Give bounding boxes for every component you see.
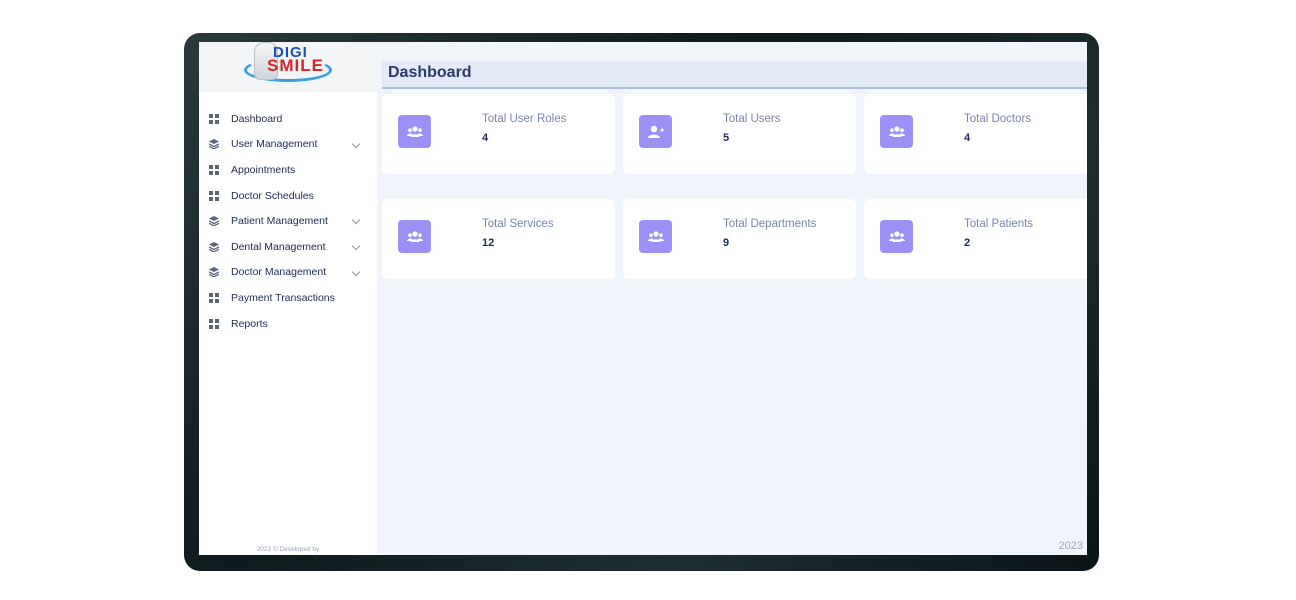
sidebar-item-doctor-management[interactable]: Doctor Management — [199, 260, 377, 286]
users-group-icon[interactable] — [880, 220, 913, 253]
app-screen: DIGI SMILE Dashboard User Management App… — [199, 42, 1087, 555]
card-label: Total Users — [723, 113, 781, 125]
chevron-down-icon[interactable] — [351, 241, 361, 251]
sidebar-item-label: Doctor Schedules — [231, 189, 314, 202]
stat-card-total-user-roles[interactable]: Total User Roles 4 — [382, 94, 615, 174]
sidebar-item-label: Dental Management — [231, 240, 326, 253]
stat-card-total-doctors[interactable]: Total Doctors 4 — [864, 94, 1087, 174]
sidebar-item-label: Reports — [231, 317, 268, 330]
sidebar-item-label: Doctor Management — [231, 266, 327, 279]
sidebar-item-label: User Management — [231, 138, 318, 151]
users-group-icon[interactable] — [398, 115, 431, 148]
sidebar-item-label: Appointments — [231, 163, 296, 176]
card-value: 5 — [723, 132, 730, 144]
sidebar-item-label: Dashboard — [231, 112, 283, 125]
chevron-down-icon[interactable] — [351, 139, 361, 148]
grid-icon — [209, 113, 219, 124]
logo-text-smile: SMILE — [267, 56, 324, 75]
grid-icon — [209, 318, 219, 329]
layers-icon — [209, 241, 219, 252]
stat-card-total-services[interactable]: Total Services 12 — [382, 199, 615, 279]
chevron-down-icon[interactable] — [351, 267, 361, 276]
users-group-icon[interactable] — [398, 220, 431, 253]
footer-year: 2023 — [1058, 540, 1083, 552]
chevron-down-icon[interactable] — [351, 216, 361, 225]
sidebar-item-doctor-schedules[interactable]: Doctor Schedules — [199, 183, 377, 209]
layers-icon — [209, 216, 219, 227]
sidebar-nav: Dashboard User Management Appointments D… — [199, 106, 377, 336]
card-value: 12 — [482, 237, 495, 249]
page-title: Dashboard — [388, 64, 472, 81]
stat-card-total-patients[interactable]: Total Patients 2 — [864, 199, 1087, 279]
footer-credit: 2023 © Developed by — [256, 546, 320, 553]
main-content: Dashboard Total User Roles 4 Total Users… — [377, 42, 1087, 555]
grid-icon — [209, 292, 219, 303]
sidebar-item-reports[interactable]: Reports — [199, 311, 377, 337]
sidebar-item-appointments[interactable]: Appointments — [199, 157, 377, 183]
sidebar-item-patient-management[interactable]: Patient Management — [199, 208, 377, 234]
card-value: 9 — [723, 237, 730, 249]
users-group-icon[interactable] — [880, 115, 913, 148]
sidebar-item-payment-transactions[interactable]: Payment Transactions — [199, 285, 377, 311]
card-label: Total Doctors — [964, 113, 1032, 125]
sidebar-item-label: Payment Transactions — [231, 291, 335, 304]
sidebar-item-label: Patient Management — [231, 215, 328, 228]
users-group-icon[interactable] — [639, 220, 672, 253]
sidebar-item-dental-management[interactable]: Dental Management — [199, 234, 377, 260]
sidebar: DIGI SMILE Dashboard User Management App… — [199, 42, 377, 555]
layers-icon — [209, 267, 219, 278]
user-plus-icon[interactable] — [639, 115, 672, 148]
logo[interactable]: DIGI SMILE — [199, 42, 377, 92]
grid-icon — [209, 164, 219, 175]
card-value: 4 — [482, 132, 489, 144]
card-label: Total Departments — [723, 218, 817, 230]
page-header: Dashboard — [382, 61, 1087, 89]
stat-card-total-users[interactable]: Total Users 5 — [623, 94, 856, 174]
stat-card-total-departments[interactable]: Total Departments 9 — [623, 199, 856, 279]
grid-icon — [209, 190, 219, 201]
card-label: Total Patients — [964, 218, 1034, 230]
card-value: 2 — [964, 237, 971, 249]
card-label: Total User Roles — [482, 113, 567, 125]
card-label: Total Services — [482, 218, 554, 230]
sidebar-item-dashboard[interactable]: Dashboard — [199, 106, 377, 132]
card-value: 4 — [964, 132, 971, 144]
device-frame: DIGI SMILE Dashboard User Management App… — [184, 33, 1099, 571]
sidebar-item-user-management[interactable]: User Management — [199, 132, 377, 158]
layers-icon — [209, 139, 219, 150]
